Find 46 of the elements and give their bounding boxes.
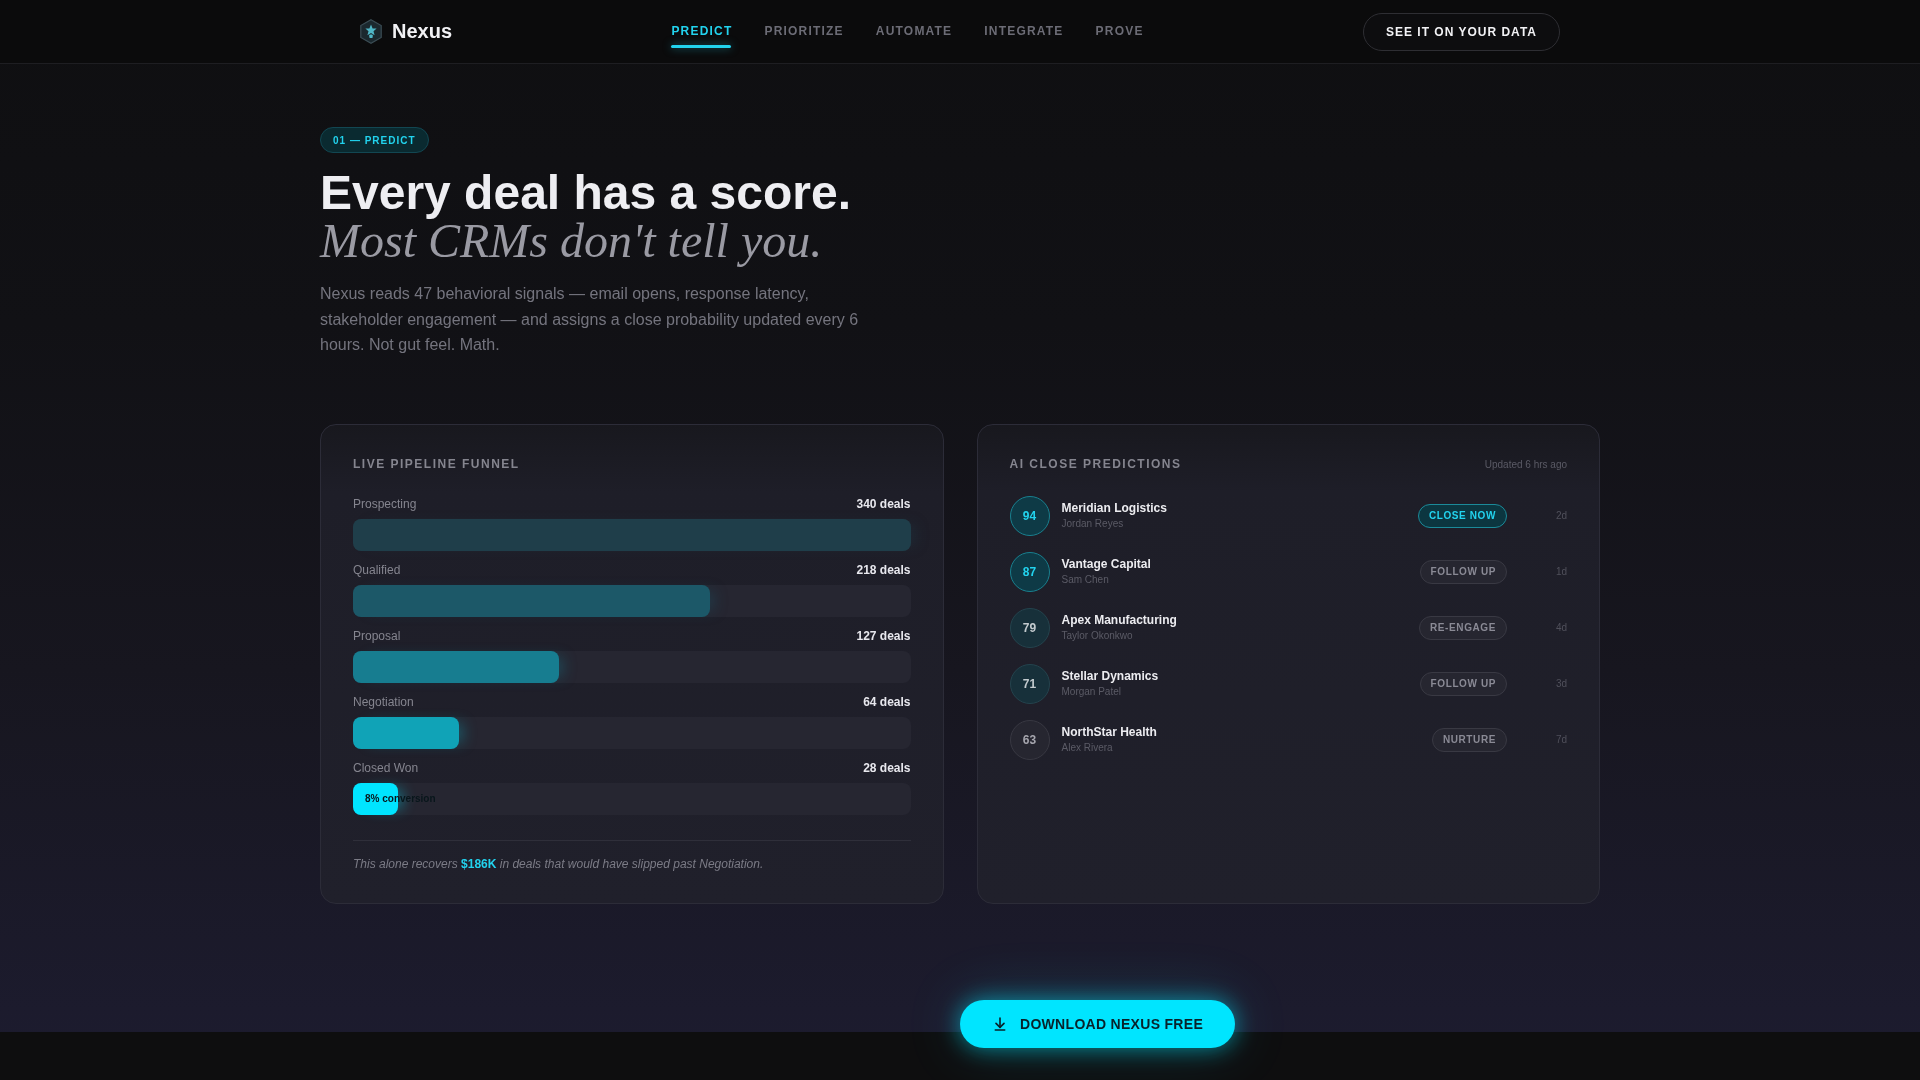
contact-name: Morgan Patel	[1061, 685, 1122, 699]
deal-count: 340 deals	[856, 495, 911, 512]
brand-link[interactable]: Nexus	[360, 19, 453, 44]
stage-name: Negotiation	[353, 693, 414, 710]
nav-tab[interactable]: PROVE	[1095, 15, 1144, 48]
stage-name: Prospecting	[353, 495, 417, 512]
nav-tab[interactable]: AUTOMATE	[875, 15, 953, 48]
score-circle: 87	[1009, 551, 1050, 592]
score-circle: 94	[1009, 495, 1050, 536]
deal-count: 28 deals	[863, 759, 911, 776]
stage-name: Closed Won	[353, 759, 419, 776]
intro-paragraph: Nexus reads 47 behavioral signals — email opens, response latency, stakeholder engagement — and assigns a close probability updated every 6 hours. Not gut feel. Math.	[320, 284, 860, 356]
headline: Every deal has a score.	[320, 169, 852, 217]
company-name: NorthStar Health	[1061, 725, 1158, 741]
contact-name: Alex Rivera	[1061, 741, 1114, 755]
nav-tab[interactable]: INTEGRATE	[984, 15, 1064, 48]
company-name: Vantage Capital	[1061, 557, 1152, 573]
download-button[interactable]: DOWNLOAD NEXUS FREE	[960, 1000, 1236, 1048]
deal-count: 218 deals	[856, 561, 911, 578]
nav-tab[interactable]: PRIORITIZE	[764, 15, 844, 48]
card-title: AI CLOSE PREDICTIONS	[1009, 456, 1182, 472]
nav-tab[interactable]: PREDICT	[671, 15, 733, 48]
deal-count: 64 deals	[863, 693, 911, 710]
score-circle: 63	[1009, 719, 1050, 760]
section-badge: 01 — PREDICT	[320, 127, 429, 153]
recovery-note: This alone recovers $186K in deals that would have slipped past Negotiation.	[353, 856, 765, 872]
action-badge: FOLLOW UP	[1419, 559, 1507, 584]
action-badge: CLOSE NOW	[1417, 503, 1507, 528]
hexagon-logo-icon	[360, 19, 382, 44]
updated-time: Updated 6 hrs ago	[1484, 458, 1567, 470]
company-name: Apex Manufacturing	[1061, 613, 1178, 629]
company-name: Stellar Dynamics	[1061, 669, 1160, 685]
stage-name: Qualified	[353, 561, 401, 578]
stage-name: Proposal	[353, 627, 401, 644]
contact-name: Taylor Okonkwo	[1061, 629, 1134, 643]
card-title: LIVE PIPELINE FUNNEL	[353, 456, 521, 472]
see-on-your-data-button[interactable]: SEE IT ON YOUR DATA	[1362, 12, 1560, 51]
action-badge: FOLLOW UP	[1419, 671, 1507, 696]
company-name: Meridian Logistics	[1061, 501, 1168, 517]
action-badge: RE-ENGAGE	[1419, 615, 1507, 640]
score-circle: 71	[1009, 663, 1050, 704]
contact-name: Sam Chen	[1061, 573, 1110, 587]
download-icon	[992, 1016, 1008, 1032]
deal-count: 127 deals	[856, 627, 911, 644]
score-circle: 79	[1009, 607, 1050, 648]
action-badge: NURTURE	[1431, 727, 1507, 752]
